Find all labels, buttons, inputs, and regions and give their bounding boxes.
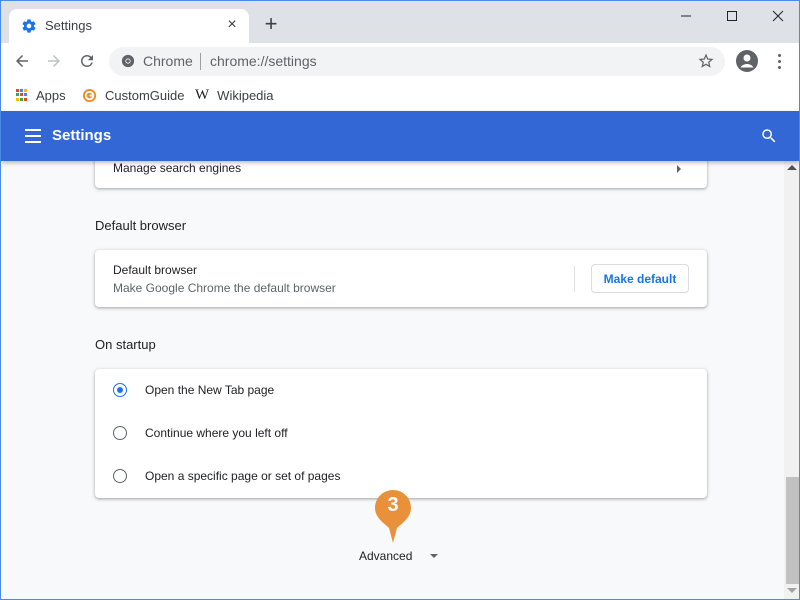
radio-button[interactable] — [113, 426, 127, 440]
scrollbar-thumb[interactable] — [786, 477, 799, 584]
settings-content: Manage search engines Default browser De… — [1, 161, 784, 599]
bookmark-wikipedia[interactable]: W Wikipedia — [195, 85, 274, 105]
radio-label: Continue where you left off — [145, 426, 288, 440]
on-startup-card: Open the New Tab page Continue where you… — [95, 369, 707, 498]
browser-window: Settings × + Chrome chrome://settings Ap… — [0, 0, 800, 600]
forward-arrow-icon — [48, 55, 60, 67]
minimize-icon — [681, 15, 691, 17]
forward-button[interactable] — [42, 49, 66, 73]
new-tab-button[interactable]: + — [260, 13, 282, 35]
omnibox-divider — [200, 53, 201, 70]
tab-strip: Settings × + — [1, 1, 799, 43]
chrome-icon — [121, 54, 135, 68]
chevron-down-icon[interactable] — [430, 554, 438, 558]
callout-number: 3 — [387, 494, 399, 516]
bookmark-customguide[interactable]: CustomGuide — [82, 85, 184, 105]
browser-toolbar: Chrome chrome://settings — [1, 43, 799, 79]
tab-close-button[interactable]: × — [223, 16, 241, 34]
star-icon[interactable] — [697, 52, 715, 70]
apps-grid-icon — [16, 89, 28, 101]
account-circle-icon[interactable] — [735, 49, 759, 73]
back-button[interactable] — [10, 49, 34, 73]
radio-button-checked[interactable] — [113, 383, 127, 397]
tab-settings[interactable]: Settings × — [9, 9, 249, 43]
startup-option-continue[interactable]: Continue where you left off — [95, 412, 707, 455]
maximize-button[interactable] — [709, 1, 755, 31]
scroll-down-arrow-icon[interactable] — [787, 588, 797, 593]
scroll-up-arrow-icon[interactable] — [787, 165, 797, 170]
advanced-toggle[interactable]: Advanced — [359, 549, 412, 563]
bookmark-label: Apps — [36, 87, 66, 103]
bookmark-apps[interactable]: Apps — [16, 85, 66, 105]
radio-button[interactable] — [113, 469, 127, 483]
radio-label: Open a specific page or set of pages — [145, 469, 341, 483]
gear-icon — [22, 19, 36, 33]
bookmark-label: CustomGuide — [105, 87, 185, 103]
url-text[interactable]: chrome://settings — [210, 53, 317, 69]
tab-title: Settings — [45, 18, 92, 33]
vertical-divider — [574, 266, 575, 292]
wikipedia-icon: W — [195, 86, 210, 103]
customguide-icon — [82, 88, 97, 102]
bookmarks-bar: Apps CustomGuide W Wikipedia — [1, 79, 799, 111]
default-browser-section-title: Default browser — [95, 218, 187, 233]
startup-option-new-tab[interactable]: Open the New Tab page — [95, 369, 707, 412]
default-browser-card: Default browser Make Google Chrome the d… — [95, 250, 707, 307]
chevron-right-icon[interactable] — [677, 165, 681, 173]
reload-icon — [81, 55, 93, 67]
page-title: Settings — [52, 127, 112, 144]
more-vert-icon[interactable] — [771, 49, 787, 73]
on-startup-section-title: On startup — [95, 337, 156, 352]
window-close-button[interactable] — [755, 1, 799, 31]
make-default-button[interactable]: Make default — [591, 264, 689, 293]
search-icon[interactable] — [760, 127, 778, 145]
close-icon — [772, 10, 784, 22]
search-engine-card: Manage search engines — [95, 161, 707, 188]
manage-search-engines-label: Manage search engines — [113, 161, 242, 175]
reload-button[interactable] — [75, 49, 99, 73]
maximize-icon — [727, 11, 737, 21]
hamburger-icon[interactable] — [25, 129, 41, 143]
scrollbar[interactable] — [784, 161, 799, 599]
settings-header: Settings — [1, 111, 799, 161]
address-bar[interactable]: Chrome chrome://settings — [109, 47, 725, 76]
back-arrow-icon — [16, 55, 28, 67]
bookmark-label: Wikipedia — [217, 87, 274, 103]
minimize-button[interactable] — [663, 1, 709, 31]
default-browser-row-title: Default browser — [113, 263, 198, 277]
site-label: Chrome — [143, 53, 193, 69]
default-browser-row-subtitle: Make Google Chrome the default browser — [113, 281, 336, 295]
radio-label: Open the New Tab page — [145, 383, 275, 397]
manage-search-engines-row[interactable]: Manage search engines — [95, 161, 707, 188]
